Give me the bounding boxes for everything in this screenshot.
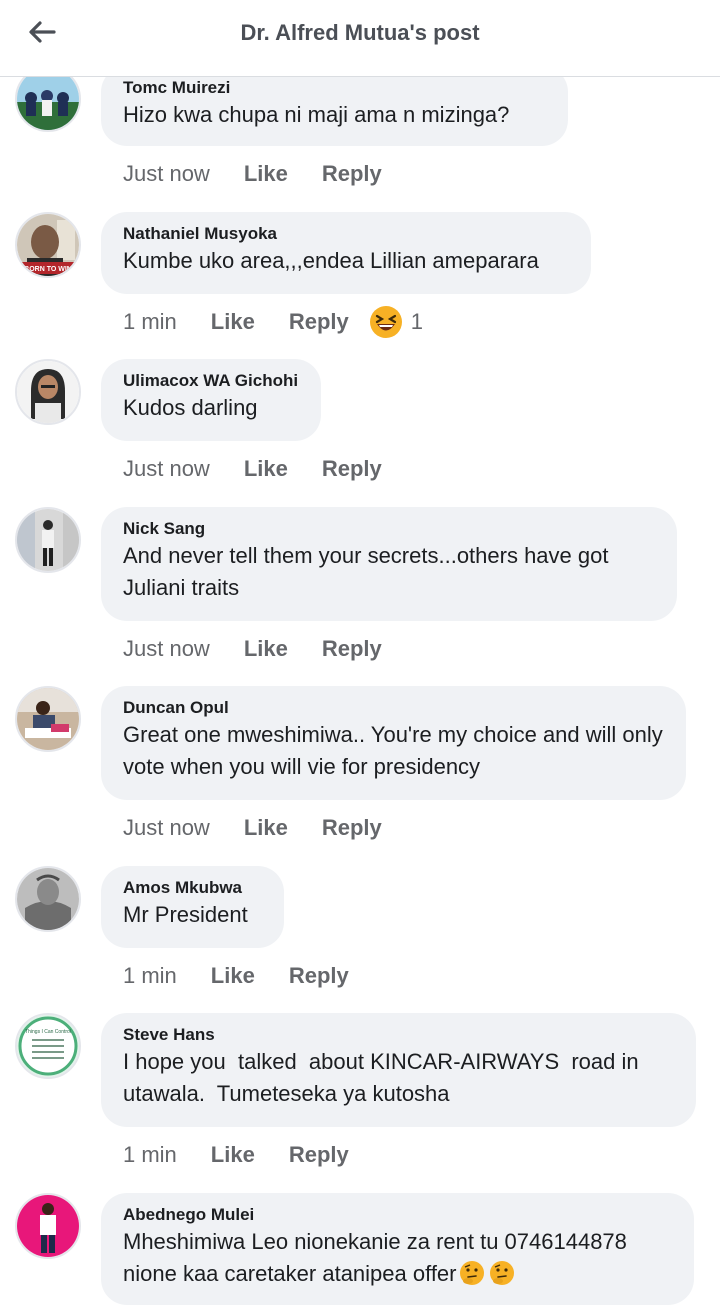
avatar[interactable] [15, 686, 81, 752]
comment-text: Hizo kwa chupa ni maji ama n mizinga? [123, 102, 510, 127]
comment-bubble: Steve Hans I hope you talked about KINCA… [101, 1013, 696, 1127]
comment-timestamp: 1 min [123, 309, 177, 334]
comment-bubble: Abednego Mulei Mheshimiwa Leo nionekanie… [101, 1193, 694, 1305]
reply-button[interactable]: Reply [289, 309, 349, 335]
comment-text: Mr President [123, 902, 248, 927]
avatar[interactable] [15, 359, 81, 425]
comment-actions: 1 min Like Reply [123, 1139, 349, 1171]
avatar[interactable]: BORN TO WIN [15, 212, 81, 278]
comment-author[interactable]: Tomc Muirezi [123, 77, 546, 99]
like-button[interactable]: Like [244, 636, 288, 662]
comment-timestamp: Just now [123, 161, 210, 186]
comment-text: Great one mweshimiwa.. You're my choice … [123, 722, 669, 779]
comment-timestamp: 1 min [123, 963, 177, 988]
like-button[interactable]: Like [211, 963, 255, 989]
reaction-count: 1 [410, 309, 423, 334]
comment-actions: Just now Like Reply [123, 453, 382, 485]
comment-author[interactable]: Duncan Opul [123, 697, 664, 719]
comment-author[interactable]: Ulimacox WA Gichohi [123, 370, 299, 392]
comment-bubble: Amos Mkubwa Mr President [101, 866, 284, 948]
comment-actions: 1 min Like Reply 1 [123, 306, 423, 338]
comment-text: Mheshimiwa Leo nionekanie za rent tu 074… [123, 1226, 672, 1290]
like-button[interactable]: Like [211, 1142, 255, 1168]
comment-bubble: Ulimacox WA Gichohi Kudos darling [101, 359, 321, 441]
like-button[interactable]: Like [244, 815, 288, 841]
comment-timestamp: Just now [123, 456, 210, 481]
comment-author[interactable]: Abednego Mulei [123, 1204, 672, 1226]
comment-timestamp: 1 min [123, 1142, 177, 1167]
reply-button[interactable]: Reply [322, 456, 382, 482]
comment-author[interactable]: Steve Hans [123, 1024, 674, 1046]
page-title: Dr. Alfred Mutua's post [240, 20, 480, 45]
like-button[interactable]: Like [244, 161, 288, 187]
comment-author[interactable]: Nathaniel Musyoka [123, 223, 569, 245]
comment-actions: Just now Like Reply [123, 158, 382, 190]
avatar[interactable] [15, 866, 81, 932]
avatar[interactable] [15, 507, 81, 573]
avatar-caption: Things I Can Control [25, 1029, 71, 1035]
comment-bubble: Duncan Opul Great one mweshimiwa.. You'r… [101, 686, 686, 800]
comment-timestamp: Just now [123, 636, 210, 661]
reply-button[interactable]: Reply [289, 1142, 349, 1168]
comment-text-body: Mheshimiwa Leo nionekanie za rent tu 074… [123, 1229, 634, 1286]
comment-actions: Just now Like Reply [123, 633, 382, 665]
like-button[interactable]: Like [244, 456, 288, 482]
comment-text: Kumbe uko area,,,endea Lillian ameparara [123, 248, 539, 273]
thinking-emoji-icon [489, 1261, 514, 1286]
comment-bubble: Tomc Muirezi Hizo kwa chupa ni maji ama … [101, 66, 568, 146]
reaction-summary[interactable]: 1 [369, 305, 423, 339]
reply-button[interactable]: Reply [322, 636, 382, 662]
comment-actions: 1 min Like Reply [123, 960, 349, 992]
laughing-emoji-icon [369, 306, 402, 338]
reply-button[interactable]: Reply [289, 963, 349, 989]
top-bar: Dr. Alfred Mutua's post [0, 0, 720, 77]
comment-text: I hope you talked about KINCAR-AIRWAYS r… [123, 1049, 645, 1106]
comment-timestamp: Just now [123, 815, 210, 840]
comment-author[interactable]: Amos Mkubwa [123, 877, 262, 899]
thinking-emoji-icon [459, 1261, 484, 1286]
comment-bubble: Nick Sang And never tell them your secre… [101, 507, 677, 621]
comment-text: And never tell them your secrets...other… [123, 543, 615, 600]
avatar-caption: BORN TO WIN [24, 266, 72, 273]
comment-author[interactable]: Nick Sang [123, 518, 655, 540]
reply-button[interactable]: Reply [322, 161, 382, 187]
avatar[interactable]: Things I Can Control [15, 1013, 81, 1079]
reply-button[interactable]: Reply [322, 815, 382, 841]
comment-bubble: Nathaniel Musyoka Kumbe uko area,,,endea… [101, 212, 591, 294]
avatar[interactable] [15, 1193, 81, 1259]
like-button[interactable]: Like [211, 309, 255, 335]
comment-actions: Just now Like Reply [123, 812, 382, 844]
comment-text: Kudos darling [123, 395, 258, 420]
